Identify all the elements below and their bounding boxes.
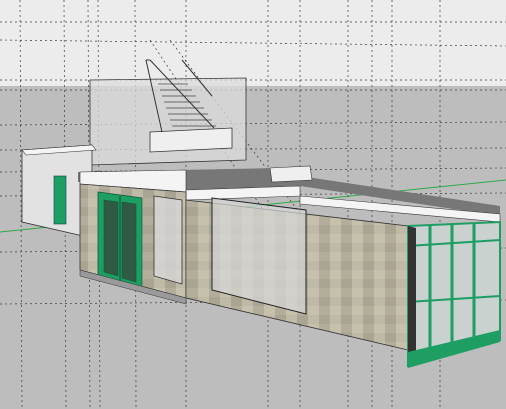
sky	[0, 0, 506, 86]
model-viewport[interactable]	[0, 0, 506, 409]
entrance-side-panel	[153, 195, 183, 285]
side-door[interactable]	[53, 175, 67, 225]
entrance-double-door[interactable]	[97, 191, 143, 289]
